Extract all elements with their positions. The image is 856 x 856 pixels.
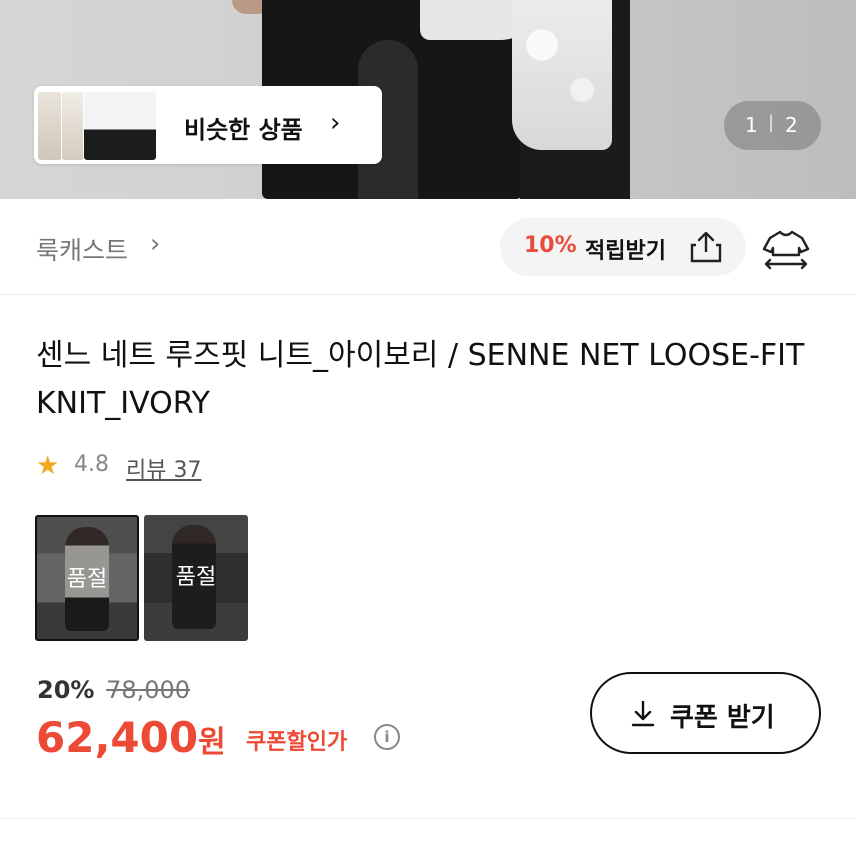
info-icon[interactable]: i bbox=[374, 724, 400, 750]
similar-products-label: 비슷한 상품 bbox=[184, 116, 303, 144]
image-pager-indicator: 1 | 2 bbox=[724, 101, 821, 150]
similar-products-button[interactable]: 비슷한 상품 › bbox=[34, 86, 382, 164]
reward-share-button[interactable]: 10% 적립받기 bbox=[500, 218, 746, 276]
pager-separator: | bbox=[768, 112, 775, 133]
color-option-ivory[interactable]: 품절 bbox=[35, 515, 139, 641]
reward-label: 적립받기 bbox=[585, 239, 666, 264]
review-count-link[interactable]: 리뷰 37 bbox=[126, 452, 201, 484]
color-option-black[interactable]: 품절 bbox=[144, 515, 248, 641]
discount-info: 20% 78,000 bbox=[37, 676, 190, 704]
share-icon[interactable] bbox=[688, 229, 724, 265]
pager-current: 1 bbox=[745, 113, 758, 137]
product-title: 센느 네트 루즈핏 니트_아이보리 / SENNE NET LOOSE-FIT … bbox=[36, 338, 805, 421]
chevron-right-icon: › bbox=[330, 108, 341, 138]
download-icon bbox=[631, 701, 655, 727]
similar-thumb bbox=[37, 91, 63, 161]
sale-price-value: 62,400 bbox=[36, 713, 199, 762]
reward-percent: 10% bbox=[524, 233, 577, 258]
currency-unit: 원 bbox=[198, 725, 226, 760]
sale-price: 62,400원 bbox=[36, 713, 226, 762]
original-price: 78,000 bbox=[106, 676, 191, 704]
get-coupon-button[interactable]: 쿠폰 받기 bbox=[590, 672, 821, 754]
rating-score: 4.8 bbox=[74, 452, 109, 477]
similar-thumb bbox=[61, 91, 85, 161]
pager-total: 2 bbox=[785, 113, 798, 137]
brand-link[interactable]: 룩캐스트 bbox=[36, 231, 128, 267]
sold-out-label: 품절 bbox=[175, 565, 217, 590]
discount-rate: 20% bbox=[37, 676, 95, 704]
get-coupon-label: 쿠폰 받기 bbox=[670, 703, 775, 733]
similar-thumb bbox=[83, 91, 157, 161]
knit-hem-image bbox=[512, 0, 612, 150]
hanger-icon[interactable] bbox=[762, 227, 810, 271]
section-divider bbox=[0, 818, 856, 819]
brand-row: 룩캐스트 › 10% 적립받기 bbox=[0, 199, 856, 295]
star-icon: ★ bbox=[36, 451, 60, 481]
product-image-carousel[interactable]: 비슷한 상품 › 1 | 2 bbox=[0, 0, 856, 199]
chevron-right-icon[interactable]: › bbox=[150, 229, 160, 259]
coupon-price-label: 쿠폰할인가 bbox=[246, 730, 348, 755]
sold-out-label: 품절 bbox=[66, 567, 108, 592]
